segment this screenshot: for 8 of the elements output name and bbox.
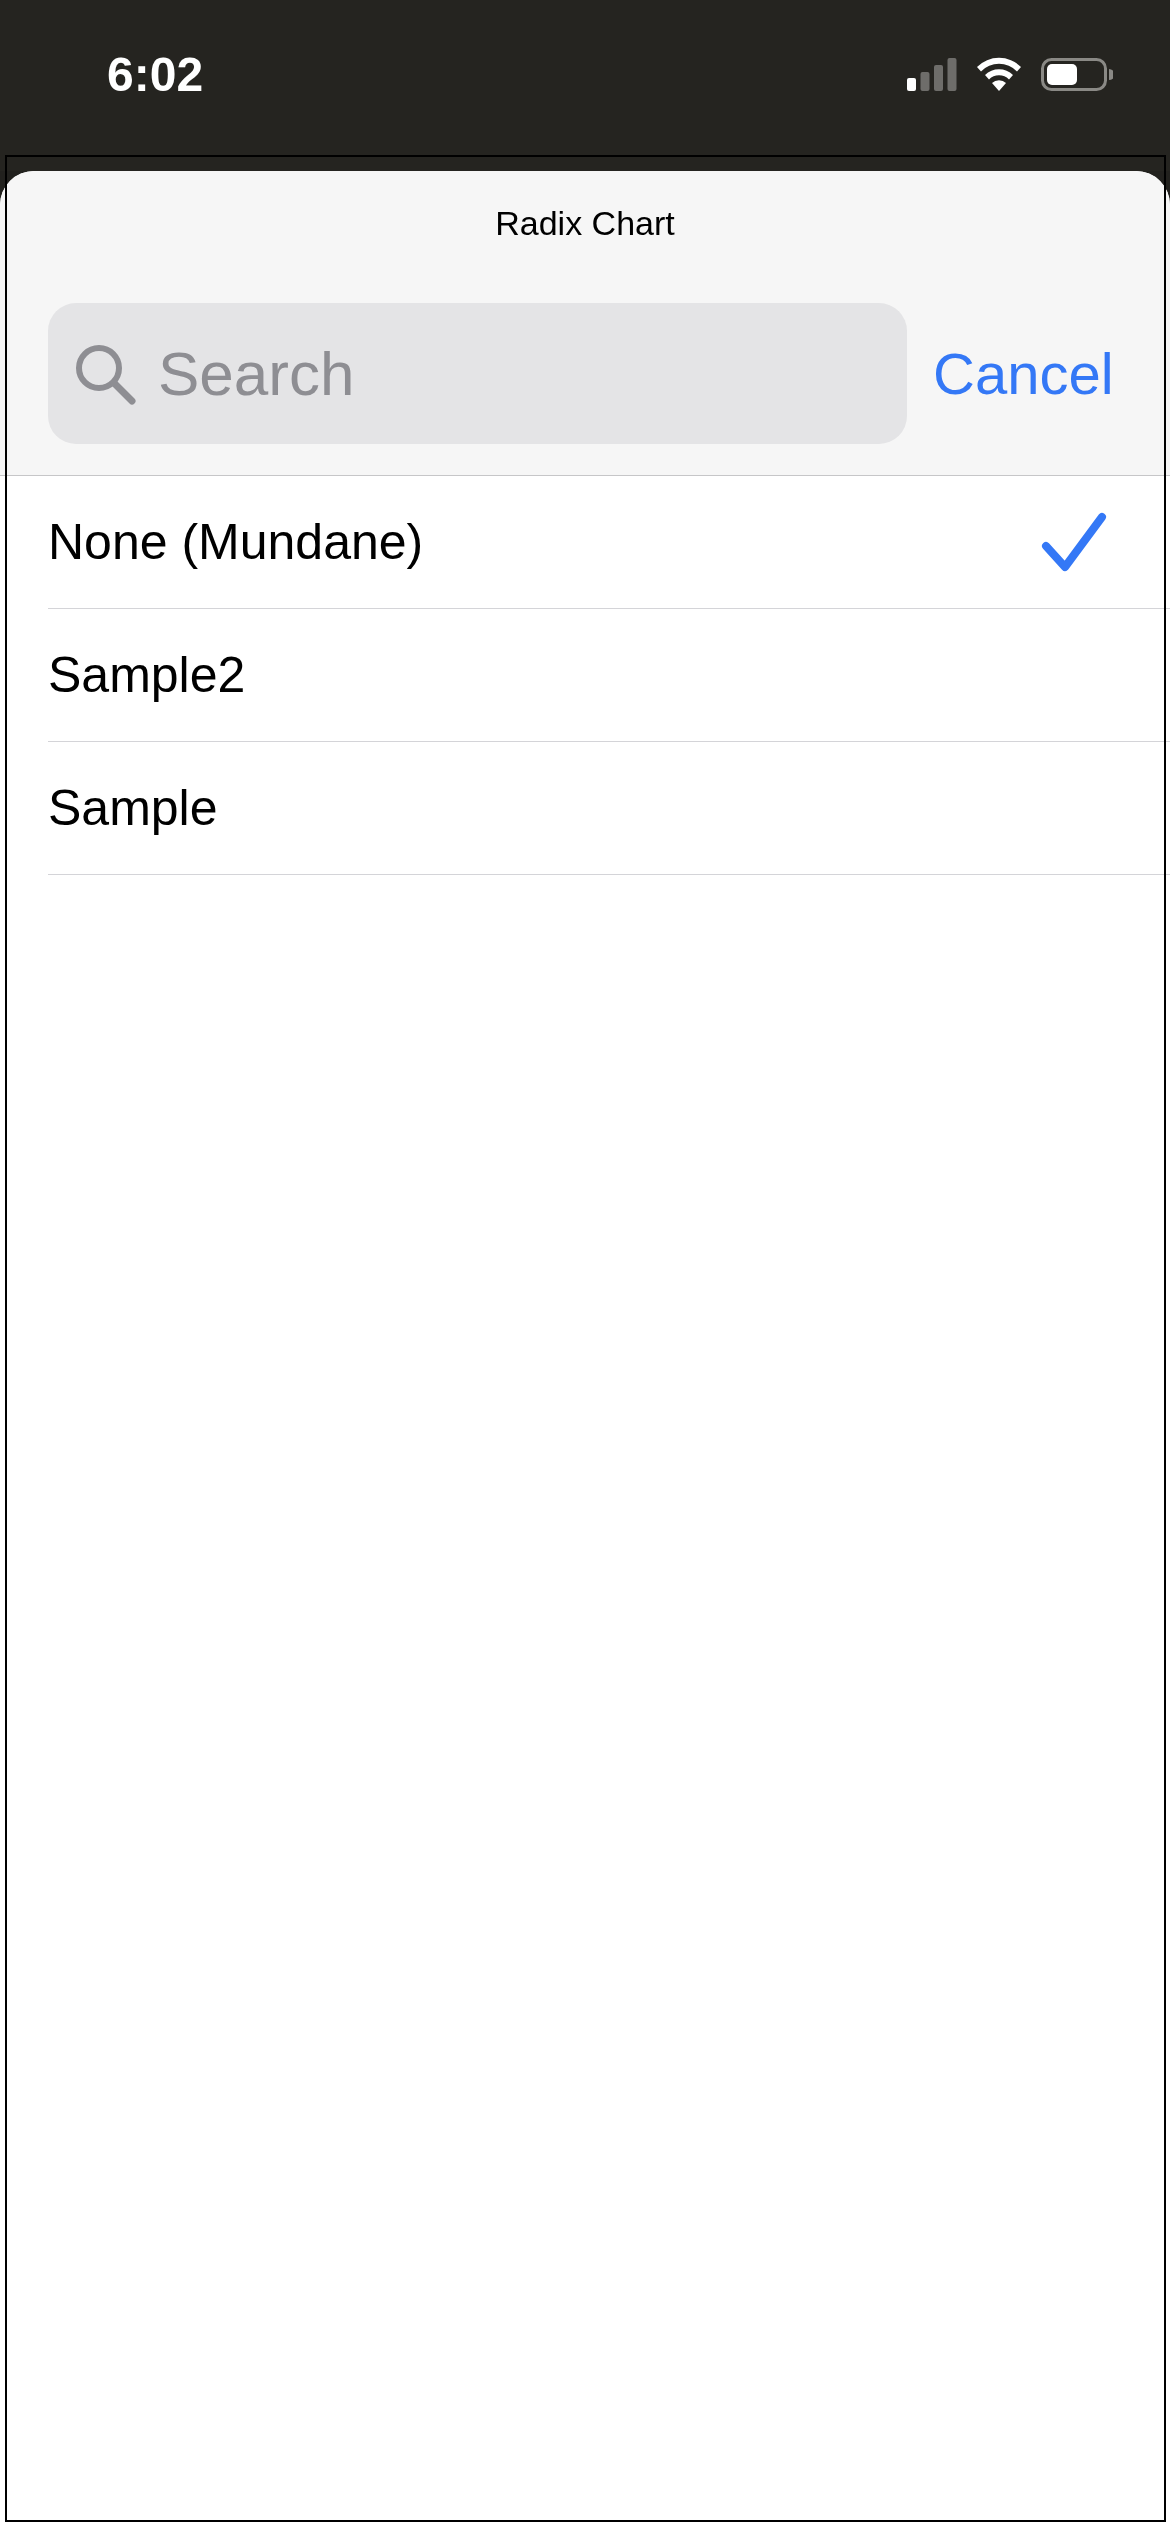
signal-icon [907, 57, 957, 91]
wifi-icon [975, 57, 1023, 91]
status-time: 6:02 [107, 47, 204, 103]
sheet-title: Radix Chart [495, 203, 675, 243]
battery-icon [1041, 57, 1113, 91]
search-field[interactable]: Search [48, 303, 907, 444]
cancel-button[interactable]: Cancel [933, 338, 1114, 409]
search-icon [74, 343, 137, 405]
